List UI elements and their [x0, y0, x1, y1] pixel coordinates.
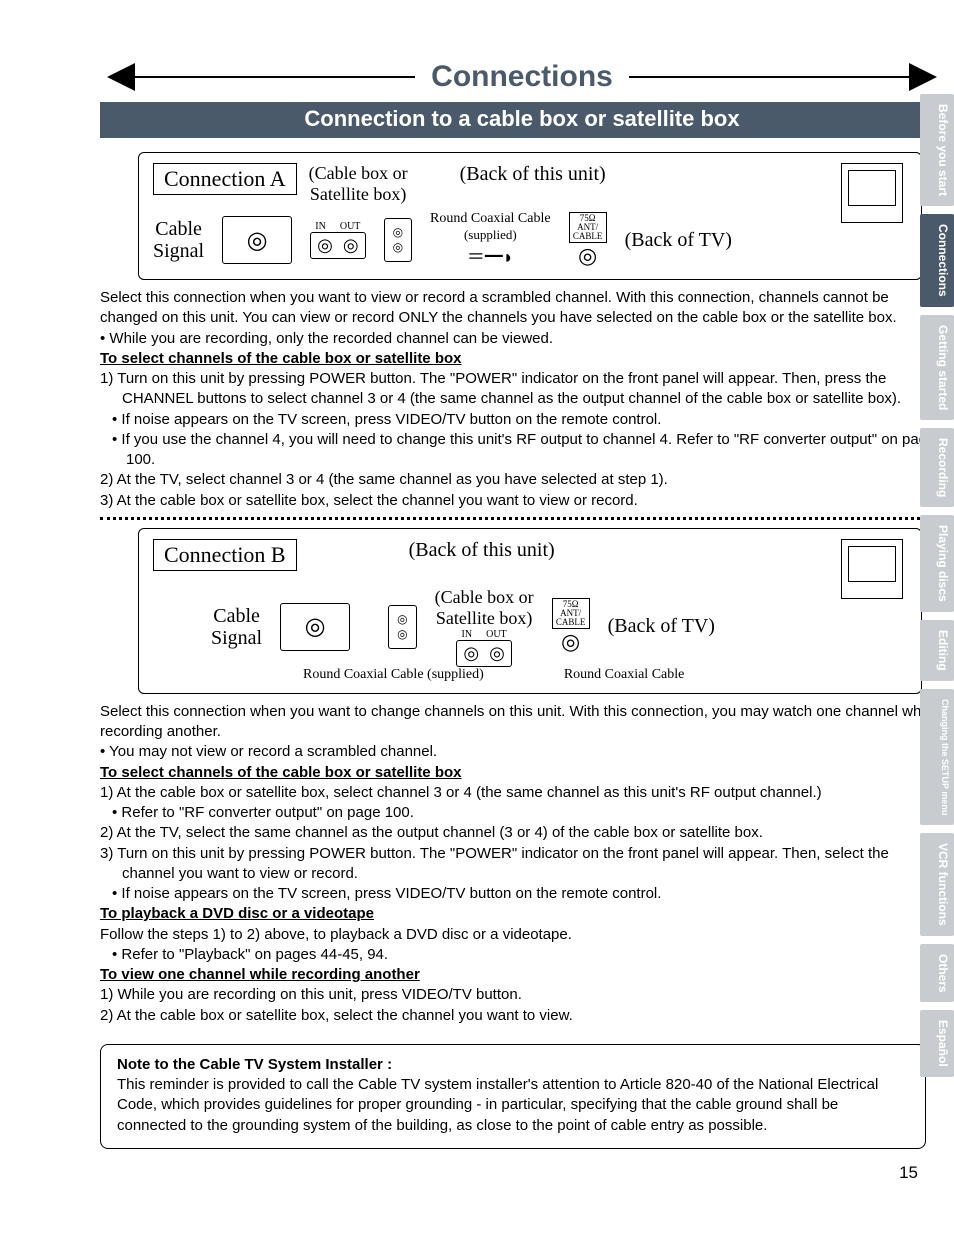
- text-a-sub2: • If you use the channel 4, you will nee…: [100, 430, 944, 471]
- text-a-step2: 2) At the TV, select channel 3 or 4 (the…: [100, 470, 944, 490]
- page-title-banner: Connections: [100, 60, 944, 94]
- text-b-intro: Select this connection when you want to …: [100, 702, 944, 743]
- diagram-connection-b: Connection B (Back of this unit) Cable S…: [138, 528, 922, 694]
- text-b-playback: Follow the steps 1) to 2) above, to play…: [100, 925, 944, 945]
- tab-vcr-functions[interactable]: VCR functions: [920, 833, 954, 936]
- wall-jack-icon: ◎: [222, 216, 292, 264]
- title-arrow-left: [107, 63, 135, 91]
- installer-note: Note to the Cable TV System Installer : …: [100, 1044, 926, 1149]
- title-rule-right: [629, 76, 909, 78]
- title-arrow-right: [909, 63, 937, 91]
- cable-box-icon: IN OUT ◎◎: [310, 221, 365, 259]
- section-heading: Connection to a cable box or satellite b…: [100, 102, 944, 138]
- text-b-sub1: • Refer to "RF converter output" on page…: [100, 803, 944, 823]
- text-b-step5: 2) At the cable box or satellite box, se…: [100, 1006, 944, 1026]
- tab-getting-started[interactable]: Getting started: [920, 315, 954, 420]
- connection-b-text: Select this connection when you want to …: [100, 702, 944, 1026]
- page-title: Connections: [431, 60, 613, 94]
- diagram-connection-a: Connection A (Cable box or Satellite box…: [138, 152, 922, 280]
- ant-label-a: 75Ω ANT/ CABLE: [569, 212, 607, 243]
- text-a-step3: 3) At the cable box or satellite box, se…: [100, 491, 944, 511]
- text-b-step2: 2) At the TV, select the same channel as…: [100, 823, 944, 843]
- tab-setup-menu[interactable]: Changing the SETUP menu: [920, 689, 954, 825]
- back-of-unit-label-b: (Back of this unit): [409, 539, 555, 562]
- tab-editing[interactable]: Editing: [920, 620, 954, 681]
- tab-before-you-start[interactable]: Before you start: [920, 94, 954, 206]
- tab-espanol[interactable]: Español: [920, 1010, 954, 1077]
- text-b-heading1: To select channels of the cable box or s…: [100, 763, 944, 783]
- back-of-unit-label-a: (Back of this unit): [460, 163, 606, 186]
- text-b-step3: 3) Turn on this unit by pressing POWER b…: [100, 844, 944, 885]
- cable-signal-label-a: Cable Signal: [153, 218, 204, 262]
- text-b-step1: 1) At the cable box or satellite box, se…: [100, 783, 944, 803]
- separator-dotted: [100, 517, 944, 520]
- note-body: This reminder is provided to call the Ca…: [117, 1075, 909, 1136]
- cable-signal-label-b: Cable Signal: [211, 605, 262, 649]
- round-coax-label-a: Round Coaxial Cable: [430, 211, 551, 227]
- supplied-label-a: (supplied): [430, 227, 551, 243]
- cable-box-label-b: (Cable box or Satellite box): [435, 587, 534, 628]
- back-of-tv-label-a: (Back of TV): [625, 229, 732, 252]
- tv-icon: [841, 539, 903, 599]
- page-number: 15: [100, 1163, 944, 1183]
- tv-icon: [841, 163, 903, 223]
- text-b-step4: 1) While you are recording on this unit,…: [100, 985, 944, 1005]
- note-title: Note to the Cable TV System Installer :: [117, 1055, 909, 1075]
- cable-icon: ＝━◗: [430, 243, 551, 269]
- text-b-heading3: To view one channel while recording anot…: [100, 965, 944, 985]
- unit-back-icon: ◎◎: [384, 218, 412, 262]
- text-b-sub3: • Refer to "Playback" on pages 44-45, 94…: [100, 945, 944, 965]
- out-label-b: OUT: [486, 629, 507, 640]
- ant-label-b: 75Ω ANT/ CABLE: [552, 598, 590, 629]
- text-a-step1: 1) Turn on this unit by pressing POWER b…: [100, 369, 944, 410]
- in-label-a: IN: [315, 221, 326, 232]
- text-b-heading2: To playback a DVD disc or a videotape: [100, 904, 944, 924]
- tab-connections[interactable]: Connections: [920, 214, 954, 307]
- out-label-a: OUT: [340, 221, 361, 232]
- text-a-intro: Select this connection when you want to …: [100, 288, 944, 329]
- text-a-heading1: To select channels of the cable box or s…: [100, 349, 944, 369]
- tab-playing-discs[interactable]: Playing discs: [920, 515, 954, 612]
- side-tab-bar: Before you start Connections Getting sta…: [920, 94, 954, 1077]
- tab-others[interactable]: Others: [920, 944, 954, 1003]
- back-of-tv-label-b: (Back of TV): [608, 615, 715, 638]
- connection-a-text: Select this connection when you want to …: [100, 288, 944, 511]
- tab-recording[interactable]: Recording: [920, 428, 954, 507]
- title-rule-left: [135, 76, 415, 78]
- text-a-bullet1: • While you are recording, only the reco…: [100, 329, 944, 349]
- connection-b-label: Connection B: [153, 539, 297, 571]
- in-label-b: IN: [462, 629, 473, 640]
- connection-a-label: Connection A: [153, 163, 297, 195]
- text-a-sub1: • If noise appears on the TV screen, pre…: [100, 410, 944, 430]
- text-b-sub2: • If noise appears on the TV screen, pre…: [100, 884, 944, 904]
- unit-back-icon: ◎◎: [388, 605, 416, 649]
- text-b-bullet1: • You may not view or record a scrambled…: [100, 742, 944, 762]
- round-coax1-label-b: Round Coaxial Cable (supplied): [303, 667, 484, 683]
- wall-jack-icon: ◎: [280, 603, 350, 651]
- cable-box-label-a: (Cable box or Satellite box): [309, 163, 408, 205]
- round-coax2-label-b: Round Coaxial Cable: [564, 667, 685, 683]
